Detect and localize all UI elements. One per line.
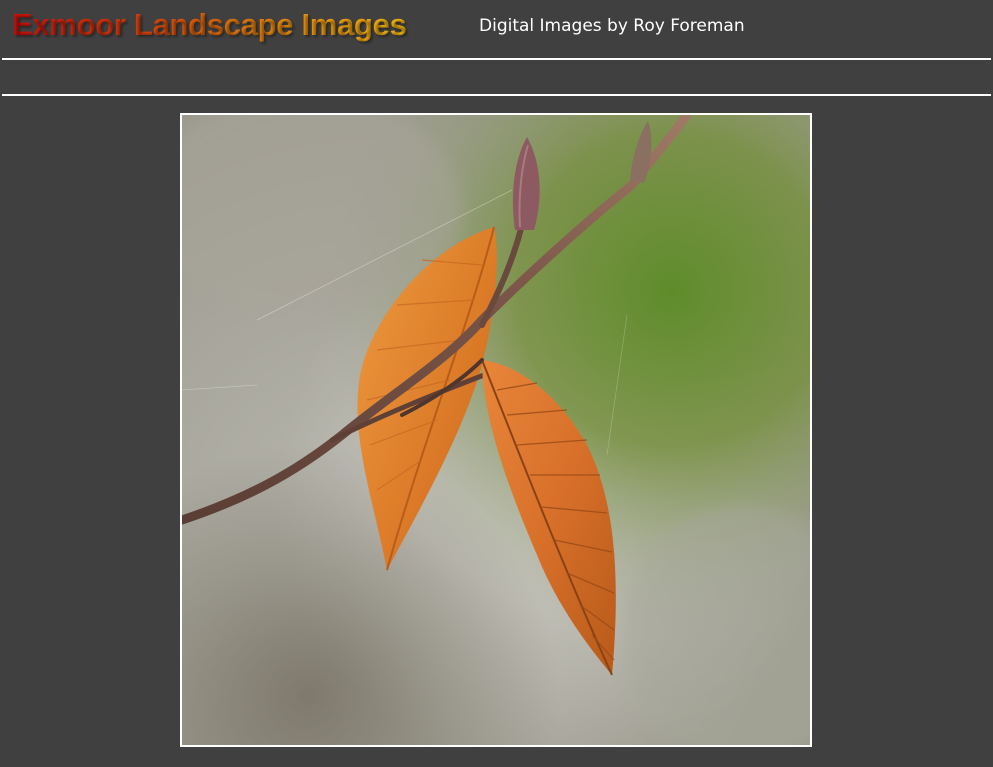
site-subtitle: Digital Images by Roy Foreman: [479, 16, 745, 36]
site-title[interactable]: Exmoor Landscape Images: [12, 7, 407, 43]
nav-divider: [2, 94, 991, 96]
site-header: Exmoor Landscape Images Digital Images b…: [0, 0, 993, 58]
nav-bar: [2, 60, 991, 94]
featured-photo[interactable]: [180, 113, 812, 747]
page: Exmoor Landscape Images Digital Images b…: [0, 0, 993, 767]
photo-beech-leaves: [182, 115, 810, 745]
